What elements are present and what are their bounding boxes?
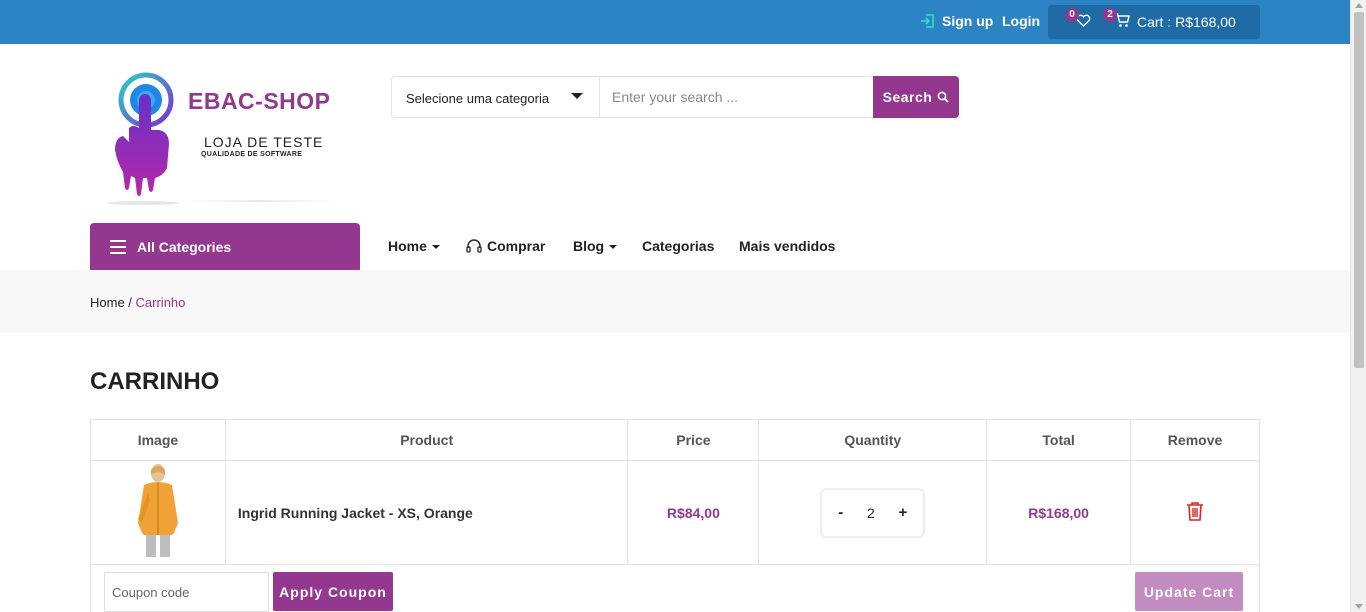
chevron-down-icon [571,93,583,99]
coupon-row: Apply Coupon Update Cart [90,563,1260,612]
update-cart-button[interactable]: Update Cart [1135,572,1243,611]
column-header-total: Total [986,419,1132,461]
scrollbar-thumb[interactable] [1354,12,1364,368]
cart-table: Image Product Price Quantity Total Remov… [90,419,1260,565]
search-bar: Selecione uma categoria Search [391,76,959,118]
all-categories-label: All Categories [137,239,232,255]
column-header-remove: Remove [1130,419,1260,461]
breadcrumb-separator: / [124,295,136,310]
nav-item-home[interactable]: Home [388,238,440,254]
breadcrumb-home-link[interactable]: Home [90,295,125,310]
column-header-image: Image [90,419,226,461]
cart-total-label: Cart : R$168,00 [1137,14,1236,30]
brand-title: EBAC-SHOP [188,88,331,114]
page-title: CARRINHO [90,368,220,395]
cart-button[interactable]: 2 [1103,8,1130,33]
quantity-decrease-button[interactable]: - [838,504,843,521]
quantity-value[interactable]: 2 [867,505,875,521]
category-select[interactable]: Selecione uma categoria [392,77,600,117]
headset-icon [466,238,482,253]
column-header-price: Price [627,419,760,461]
top-bar: Sign up Login 0 2 Cart : R$168,00 [0,0,1350,44]
breadcrumb-current: Carrinho [135,295,186,310]
cart-count-badge: 2 [1103,8,1117,22]
nav-item-label: Comprar [487,238,546,254]
search-button-label: Search [882,89,933,105]
nav-item-label: Mais vendidos [739,238,836,254]
nav-item-blog[interactable]: Blog [573,238,618,254]
product-name[interactable]: Ingrid Running Jacket - XS, Orange [224,460,629,565]
product-image-cell [90,460,226,565]
chevron-down-icon [609,245,618,249]
table-row: Ingrid Running Jacket - XS, Orange R$84,… [90,460,1260,565]
logo-underline [185,200,335,202]
product-price: R$84,00 [627,460,760,565]
category-select-value: Selecione uma categoria [406,91,550,106]
coupon-code-input[interactable] [104,572,269,612]
nav-item-label: Categorias [642,238,715,254]
brand-logo[interactable]: EBAC-SHOP LOJA DE TESTE QUALIDADE DE SOF… [100,70,350,210]
chevron-down-icon [431,245,440,249]
search-button[interactable]: Search [873,76,959,118]
scroll-down-arrow-icon[interactable] [1355,604,1363,609]
menu-icon [110,240,126,258]
page: Sign up Login 0 2 Cart : R$168,00 EBAC-S… [0,0,1366,612]
column-header-product: Product [224,419,629,461]
breadcrumb-bar: Home / Carrinho [0,270,1350,333]
signup-link[interactable]: Sign up [920,13,993,29]
page-scrollbar[interactable] [1350,0,1366,612]
login-label: Login [1002,13,1041,29]
nav-item-categorias[interactable]: Categorias [642,238,714,254]
search-input[interactable] [600,77,873,117]
table-header-row: Image Product Price Quantity Total Remov… [90,419,1260,461]
nav-item-mais-vendidos[interactable]: Mais vendidos [739,238,835,254]
quantity-stepper: - 2 + [820,487,926,538]
brand-subtitle: LOJA DE TESTE [204,134,324,150]
wishlist-button[interactable]: 0 [1065,8,1091,33]
remove-cell [1130,460,1260,565]
signup-label: Sign up [942,13,994,29]
quantity-cell: - 2 + [758,460,988,565]
quantity-increase-button[interactable]: + [898,504,907,521]
nav-item-comprar[interactable]: Comprar [466,238,545,254]
apply-coupon-button[interactable]: Apply Coupon [273,572,393,611]
trash-icon[interactable] [1186,501,1204,521]
hand-touch-logo-icon [107,72,179,205]
product-total: R$168,00 [986,460,1132,565]
product-thumbnail[interactable] [128,461,188,561]
signin-icon [921,14,934,28]
all-categories-button[interactable]: All Categories [90,223,360,270]
nav-item-label: Blog [573,238,605,254]
nav-item-label: Home [388,238,427,254]
search-icon [937,91,949,103]
breadcrumb: Home / Carrinho [90,295,185,310]
login-link[interactable]: Login [1002,13,1040,29]
cart-box[interactable]: 0 2 Cart : R$168,00 [1048,5,1260,39]
column-header-quantity: Quantity [758,419,988,461]
scroll-up-arrow-icon[interactable] [1355,3,1363,8]
wishlist-count-badge: 0 [1065,8,1079,22]
brand-tagline: QUALIDADE DE SOFTWARE [201,151,303,158]
